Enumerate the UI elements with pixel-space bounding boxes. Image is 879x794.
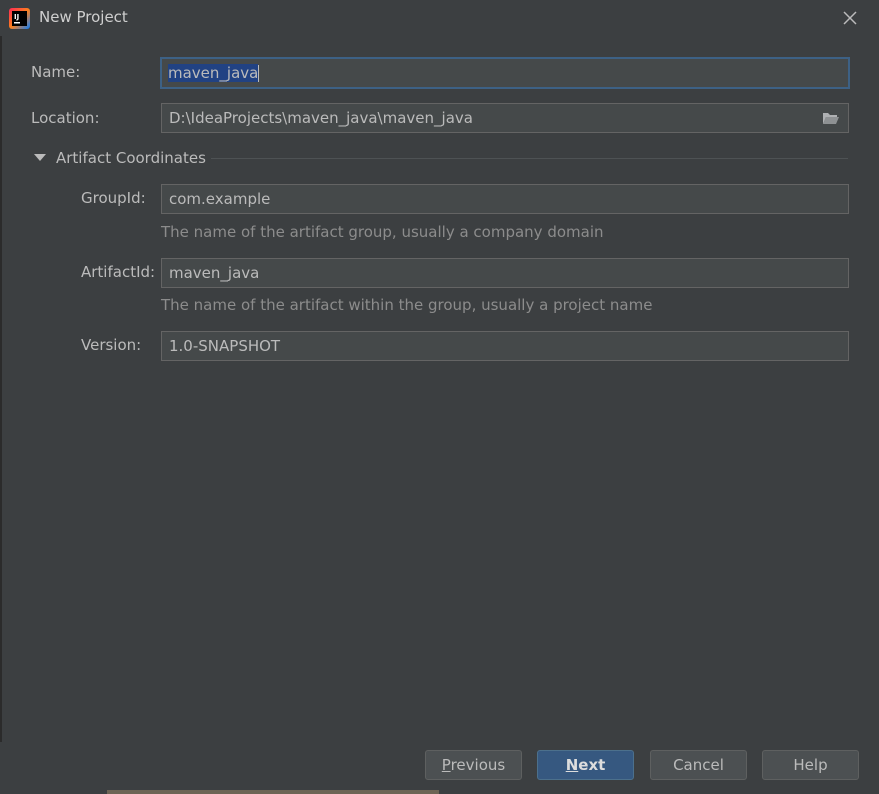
previous-button[interactable]: Previous [425,750,522,780]
triangle-down-icon [34,154,46,161]
help-button[interactable]: Help [762,750,859,780]
section-title: Artifact Coordinates [56,149,206,167]
version-label: Version: [81,336,142,354]
section-separator [211,158,848,159]
name-value: maven_java [168,64,259,82]
intellij-idea-icon: IJ [9,8,30,29]
next-mnemonic: N [565,756,579,774]
artifactid-value: maven_java [169,264,260,282]
next-label: ext [578,756,606,774]
version-field[interactable]: 1.0-SNAPSHOT [161,331,849,361]
text-cursor [258,65,260,82]
close-icon[interactable] [841,9,859,27]
svg-text:IJ: IJ [14,13,19,21]
background-window-edge [107,790,439,794]
cancel-button[interactable]: Cancel [650,750,747,780]
groupid-label: GroupId: [81,189,146,207]
groupid-value: com.example [169,190,271,208]
previous-mnemonic: P [441,756,451,774]
window-left-edge [0,36,2,742]
previous-label: revious [450,756,506,774]
location-label: Location: [31,109,100,127]
folder-icon[interactable] [822,111,840,125]
title-bar: IJ New Project [0,0,879,36]
location-value: D:\IdeaProjects\maven_java\maven_java [169,109,473,127]
groupid-hint: The name of the artifact group, usually … [161,223,604,241]
name-field[interactable]: maven_java [160,57,850,89]
next-button[interactable]: Next [537,750,634,780]
window-title: New Project [39,8,128,26]
version-value: 1.0-SNAPSHOT [169,337,281,355]
name-label: Name: [31,63,81,81]
location-field[interactable]: D:\IdeaProjects\maven_java\maven_java [161,103,849,133]
artifactid-hint: The name of the artifact within the grou… [161,296,653,314]
artifactid-field[interactable]: maven_java [161,258,849,288]
artifactid-label: ArtifactId: [81,263,156,281]
groupid-field[interactable]: com.example [161,184,849,214]
